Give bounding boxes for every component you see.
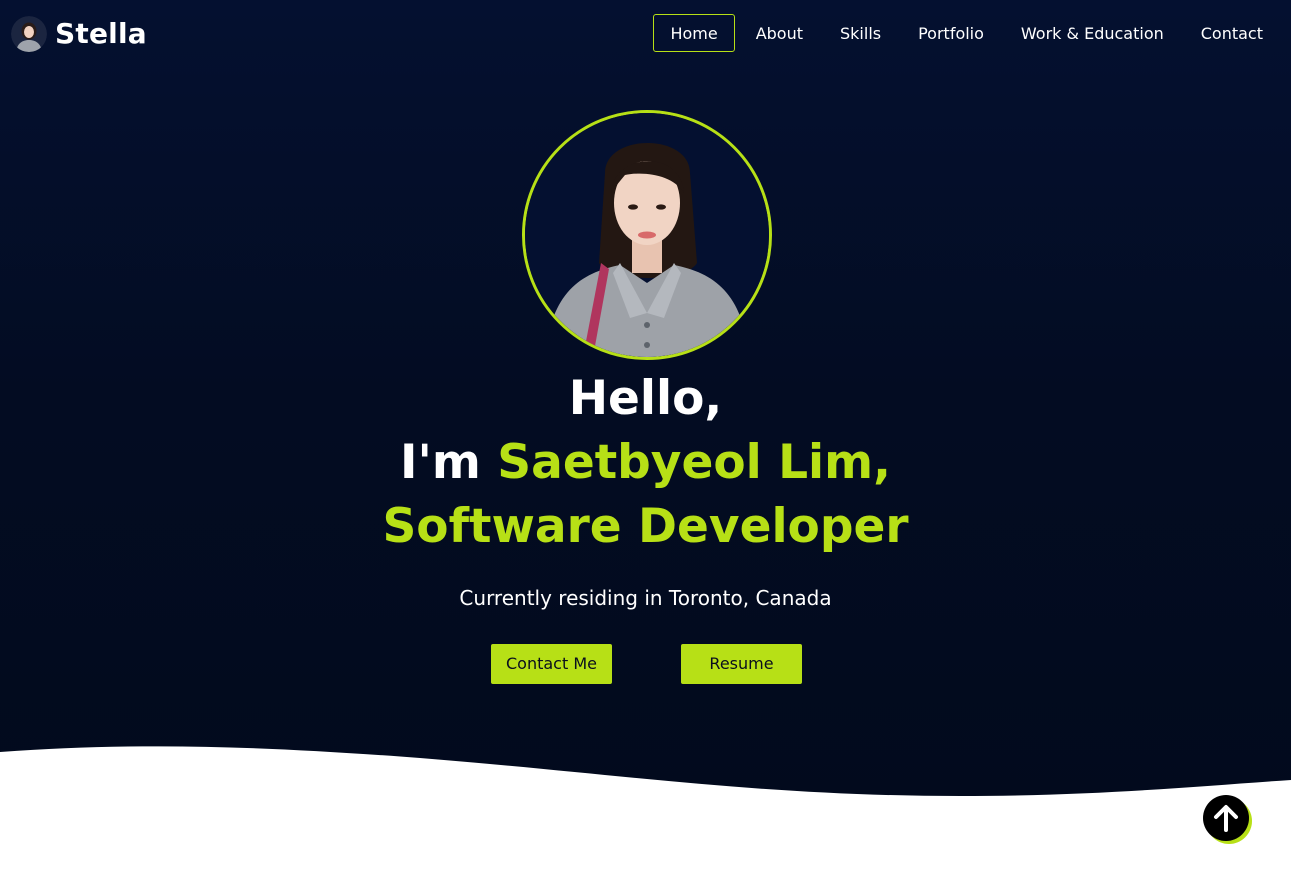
- nav-work-education[interactable]: Work & Education: [1005, 14, 1180, 52]
- hero-greeting: Hello,: [568, 371, 723, 426]
- hero-section: Stella Home About Skills Portfolio Work …: [0, 0, 1291, 882]
- nav-home[interactable]: Home: [653, 14, 735, 52]
- resume-button[interactable]: Resume: [681, 644, 802, 684]
- hero-title: Software Developer: [382, 499, 909, 554]
- nav-contact[interactable]: Contact: [1185, 14, 1279, 52]
- nav-portfolio[interactable]: Portfolio: [902, 14, 1000, 52]
- nav-about[interactable]: About: [740, 14, 819, 52]
- hero-wave-divider: [0, 746, 1291, 882]
- hero-intro-prefix: I'm: [400, 435, 498, 490]
- profile-photo: [522, 110, 772, 360]
- hero-headline: Hello, I'm Saetbyeol Lim, Software Devel…: [0, 367, 1291, 559]
- arrow-up-icon: [1203, 795, 1252, 844]
- nav-skills[interactable]: Skills: [824, 14, 897, 52]
- hero-location: Currently residing in Toronto, Canada: [459, 586, 832, 610]
- brand[interactable]: Stella: [11, 16, 147, 52]
- contact-me-button[interactable]: Contact Me: [491, 644, 612, 684]
- brand-avatar-icon: [11, 16, 47, 52]
- scroll-to-top-button[interactable]: [1202, 794, 1252, 844]
- hero-name: Saetbyeol Lim,: [497, 435, 891, 490]
- profile-photo-illustration: [525, 113, 769, 357]
- brand-name: Stella: [55, 17, 147, 50]
- main-nav: Home About Skills Portfolio Work & Educa…: [648, 14, 1279, 52]
